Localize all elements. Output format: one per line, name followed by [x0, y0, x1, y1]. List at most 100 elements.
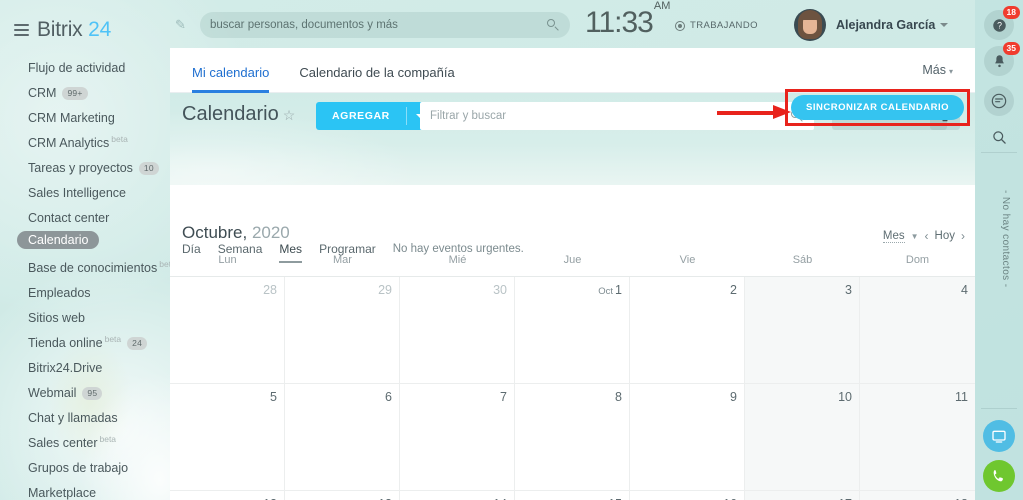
favorite-star-icon[interactable]: ☆ [283, 107, 296, 123]
search-icon [547, 18, 560, 32]
sidebar-item-1[interactable]: CRM 99+ [0, 81, 170, 106]
day-number: 1 [615, 283, 622, 297]
notifications-button[interactable]: 35 [984, 42, 1020, 76]
help-button[interactable]: ? 18 [984, 6, 1020, 40]
right-rail: ? 18 35 - No hay contactos - [975, 0, 1023, 500]
beta-tag: beta [104, 334, 122, 344]
calendar-day-cell[interactable]: 11 [860, 384, 975, 491]
day-number: 11 [955, 390, 968, 404]
brand-suffix: 24 [88, 18, 112, 41]
weekday-6: Dom [905, 254, 930, 266]
calendar-day-cell[interactable]: 13 [285, 491, 400, 500]
sidebar-item-2[interactable]: CRM Marketing [0, 106, 170, 131]
sidebar-nav: Flujo de actividad CRM 99+ CRM Marketing CRM… [0, 56, 176, 500]
day-number: 8 [615, 390, 622, 404]
work-status[interactable]: TRABAJANDO [675, 20, 758, 31]
sidebar-item-14[interactable]: Chat y llamadas [0, 406, 170, 431]
desktop-cloud-icon [992, 430, 1006, 443]
sidebar-item-label: Contact center [28, 211, 110, 225]
tab-1[interactable]: Calendario de la compañía [299, 48, 454, 93]
today-button[interactable]: Hoy [935, 230, 955, 242]
sidebar-item-0[interactable]: Flujo de actividad [0, 56, 170, 81]
sidebar-item-13[interactable]: Webmail 95 [0, 381, 170, 406]
calendar-day-cell[interactable]: 14 [400, 491, 515, 500]
calendar-day-cell[interactable]: 8 [515, 384, 630, 491]
calendar-day-cell[interactable]: 10 [745, 384, 860, 491]
avatar[interactable] [794, 9, 826, 41]
sidebar-item-label: Tareas y proyectos [28, 161, 133, 175]
help-badge: 18 [1002, 6, 1020, 19]
calendar-header: Calendario☆ AGREGAR Filtrar y buscar CAL… [170, 89, 975, 263]
beta-tag: beta [111, 134, 128, 144]
calendar-day-cell[interactable]: 7 [400, 384, 515, 491]
hamburger-icon[interactable] [14, 21, 29, 39]
add-button[interactable]: AGREGAR [316, 102, 433, 130]
day-number: 4 [961, 283, 968, 297]
add-button-label: AGREGAR [332, 110, 390, 122]
chevron-down-icon[interactable] [940, 23, 948, 27]
user-name[interactable]: Alejandra García [836, 18, 935, 32]
calendar-day-cell[interactable]: 12 [170, 491, 285, 500]
calendar-day-cell[interactable]: Oct 1 [515, 277, 630, 384]
calendar-day-cell[interactable]: 18 [860, 491, 975, 500]
calendar-day-cell[interactable]: 17 [745, 491, 860, 500]
sidebar-item-11[interactable]: Tienda online beta 24 [0, 331, 170, 356]
calendar-day-cell[interactable]: 3 [745, 277, 860, 384]
sidebar-item-label: CRM Analytics [28, 136, 110, 150]
chevron-down-icon[interactable]: ▼ [911, 232, 919, 241]
calendar-day-cell[interactable]: 16 [630, 491, 745, 500]
calendar-day-cell[interactable]: 4 [860, 277, 975, 384]
tab-0[interactable]: Mi calendario [192, 48, 270, 93]
calendar-day-cell[interactable]: 29 [285, 277, 400, 384]
brand-logo[interactable]: Bitrix 24 [0, 0, 170, 46]
status-dot-icon [675, 20, 685, 31]
sidebar-item-12[interactable]: Bitrix24.Drive [0, 356, 170, 381]
sidebar-item-6[interactable]: Contact center [0, 206, 170, 231]
sidebar-item-label: Marketplace [28, 486, 97, 500]
sidebar-item-label: Tienda online [28, 336, 103, 350]
next-period-button[interactable]: › [961, 229, 965, 243]
sidebar-item-4[interactable]: Tareas y proyectos 10 [0, 156, 170, 181]
prev-period-button[interactable]: ‹ [925, 229, 929, 243]
day-number: 6 [385, 390, 392, 404]
sidebar-item-16[interactable]: Grupos de trabajo [0, 456, 170, 481]
no-contacts-note: - No hay contactos - [1000, 190, 1011, 288]
calendar-day-cell[interactable]: 9 [630, 384, 745, 491]
sidebar-item-8[interactable]: Base de conocimientos beta [0, 256, 176, 281]
weekday-header: Lun Mar Mié Jue Vie Sáb Dom [170, 254, 975, 276]
sidebar-item-9[interactable]: Empleados [0, 281, 170, 306]
calendar-grid: 282930Oct12 3 4 5 67 8910 11 12131415161718 [170, 276, 975, 500]
more-tabs-button[interactable]: Más ▾ [922, 63, 953, 77]
calendar-day-cell[interactable]: 6 [285, 384, 400, 491]
calendar-day-cell[interactable]: 30 [400, 277, 515, 384]
sidebar-item-5[interactable]: Sales Intelligence [0, 181, 170, 206]
calendar-day-cell[interactable]: 15 [515, 491, 630, 500]
period-selector[interactable]: Mes [882, 230, 905, 243]
calendar-day-cell[interactable]: 2 [630, 277, 745, 384]
sidebar-item-7[interactable]: Calendario [0, 231, 170, 256]
chat-button[interactable] [984, 86, 1014, 116]
sidebar-item-label: Base de conocimientos [28, 261, 158, 275]
sidebar-item-label: CRM [28, 86, 57, 100]
tab-bar: Mi calendario Calendario de la compañía Má… [170, 48, 975, 93]
status-label: TRABAJANDO [690, 20, 758, 31]
sidebar-item-badge: 99+ [62, 86, 88, 100]
desktop-app-button[interactable] [983, 420, 1015, 452]
sidebar-item-3[interactable]: CRM Analytics beta [0, 131, 170, 156]
sidebar-item-15[interactable]: Sales center beta [0, 431, 170, 456]
global-search-placeholder: buscar personas, documentos y más [210, 19, 398, 31]
sidebar-item-10[interactable]: Sitios web [0, 306, 170, 331]
call-button[interactable] [983, 460, 1015, 492]
rail-divider-bottom [981, 408, 1017, 409]
annotation-arrow [717, 105, 795, 119]
annotation-box [785, 89, 970, 126]
day-number: 3 [845, 283, 852, 297]
pencil-icon[interactable]: ✎ [175, 17, 190, 32]
calendar-day-cell[interactable]: 28 [170, 277, 285, 384]
sidebar-item-label: Sitios web [28, 311, 85, 325]
sidebar-item-17[interactable]: Marketplace [0, 481, 170, 500]
global-search-input[interactable]: buscar personas, documentos y más [200, 12, 570, 38]
calendar-day-cell[interactable]: 5 [170, 384, 285, 491]
rail-search-button[interactable] [984, 122, 1014, 152]
clock-meridiem: AM [653, 0, 671, 12]
